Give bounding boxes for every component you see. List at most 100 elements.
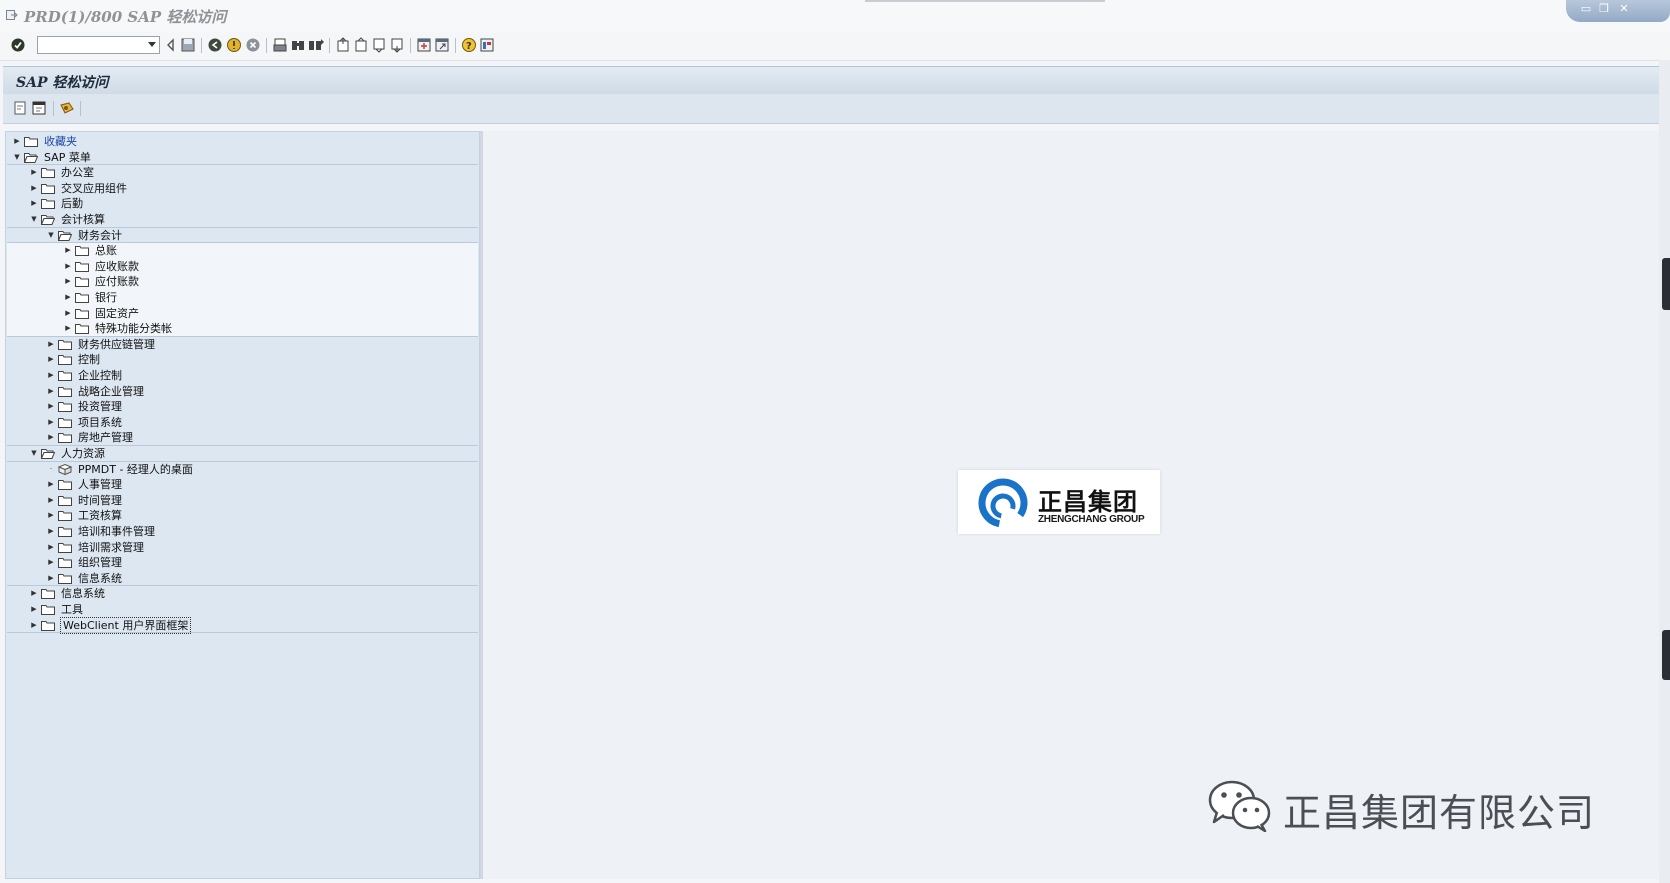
expand-right-icon[interactable]: ▶	[63, 274, 73, 289]
side-handle[interactable]	[1662, 630, 1670, 680]
tree-node[interactable]: ▶ 特殊功能分类帐	[63, 321, 466, 337]
expand-right-icon[interactable]: ▶	[46, 399, 56, 414]
back-navigation-icon[interactable]	[207, 37, 223, 53]
shortcut-icon[interactable]	[434, 37, 450, 53]
expand-right-icon[interactable]: ▶	[46, 352, 56, 367]
tree-node[interactable]: ▶ 收藏夹	[12, 134, 466, 150]
tree-node[interactable]: ▶ 时间管理	[46, 493, 466, 509]
tree-node[interactable]: ▶ 项目系统	[46, 415, 466, 431]
system-menu-icon[interactable]	[6, 10, 18, 20]
tree-node[interactable]: ▶ 控制	[46, 352, 466, 368]
tree-node[interactable]: ▶ 办公室	[29, 165, 466, 181]
find-next-icon[interactable]	[308, 37, 324, 53]
tree-node[interactable]: ▶ 培训需求管理	[46, 540, 466, 556]
tree-node[interactable]: ▼ 财务会计	[46, 228, 466, 244]
expand-right-icon[interactable]: ▶	[29, 586, 39, 601]
change-favorite-icon[interactable]	[31, 100, 47, 116]
tree-node[interactable]: ▶ 后勤	[29, 196, 466, 212]
expand-right-icon[interactable]: ▶	[29, 165, 39, 180]
expand-right-icon[interactable]: ▶	[12, 134, 22, 149]
tree-node[interactable]: ▼ SAP 菜单	[12, 150, 466, 166]
create-session-icon[interactable]	[416, 37, 432, 53]
expand-right-icon[interactable]: ▶	[29, 618, 39, 633]
tree-node[interactable]: ▶ 财务供应链管理	[46, 337, 466, 353]
tree-node[interactable]: ▼ 人力资源	[29, 446, 466, 462]
folder-icon	[58, 527, 72, 537]
tree-node[interactable]: ▶ 人事管理	[46, 477, 466, 493]
expand-right-icon[interactable]: ▶	[46, 384, 56, 399]
tree-node[interactable]: ▶ 工具	[29, 602, 466, 618]
exit-icon[interactable]	[226, 37, 242, 53]
tree-node[interactable]: ▶ 战略企业管理	[46, 384, 466, 400]
tree-node[interactable]: ▶ 银行	[63, 290, 466, 306]
folder-icon	[41, 199, 55, 210]
expand-right-icon[interactable]: ▶	[46, 415, 56, 430]
last-page-icon[interactable]	[389, 37, 405, 53]
add-favorite-icon[interactable]	[12, 100, 28, 116]
print-icon[interactable]	[272, 37, 288, 53]
previous-page-icon[interactable]	[353, 37, 369, 53]
expand-right-icon[interactable]: ▶	[46, 337, 56, 352]
tree-node[interactable]: ▶ 交叉应用组件	[29, 181, 466, 197]
folder-icon	[75, 246, 89, 257]
expand-right-icon[interactable]: ▶	[46, 368, 56, 383]
command-input[interactable]	[38, 37, 144, 53]
side-handle[interactable]	[1662, 258, 1670, 310]
expand-right-icon[interactable]: ▶	[46, 493, 56, 508]
tree-node[interactable]: ▶ 应收账款	[63, 259, 466, 275]
find-icon[interactable]	[290, 37, 306, 53]
tree-node[interactable]: ▶ 信息系统	[46, 571, 466, 587]
expand-right-icon[interactable]: ▶	[46, 477, 56, 492]
expand-down-icon[interactable]: ▼	[46, 228, 56, 243]
help-icon[interactable]: ?	[461, 37, 477, 53]
tree-node[interactable]: ▶ 信息系统	[29, 586, 466, 602]
cancel-icon[interactable]	[245, 37, 261, 53]
tree-node[interactable]: ▶ WebClient 用户界面框架	[29, 616, 466, 634]
tree-node[interactable]: ▶ 组织管理	[46, 555, 466, 571]
expand-down-icon[interactable]: ▼	[29, 446, 39, 461]
toolbar-divider	[455, 38, 456, 53]
expand-right-icon[interactable]: ▶	[63, 306, 73, 321]
expand-right-icon[interactable]: ▶	[46, 555, 56, 570]
expand-right-icon[interactable]: ▶	[46, 524, 56, 539]
tree-node[interactable]: ▼ 会计核算	[29, 212, 466, 228]
next-page-icon[interactable]	[371, 37, 387, 53]
expand-down-icon[interactable]: ▼	[12, 150, 22, 165]
command-field[interactable]	[37, 36, 160, 54]
minimize-icon[interactable]: ▭	[1578, 2, 1594, 16]
chevron-down-icon[interactable]	[148, 42, 156, 47]
expand-right-icon[interactable]: ▶	[29, 602, 39, 617]
expand-right-icon[interactable]: ▶	[63, 321, 73, 336]
expand-right-icon[interactable]: ▶	[46, 430, 56, 445]
expand-right-icon[interactable]: ▶	[63, 243, 73, 258]
tree-node-label: 人力资源	[61, 447, 105, 460]
expand-right-icon[interactable]: ▶	[29, 196, 39, 211]
layout-menu-icon[interactable]	[479, 37, 495, 53]
expand-right-icon[interactable]: ▶	[29, 181, 39, 196]
enter-icon[interactable]	[10, 37, 26, 53]
other-menu-icon[interactable]	[59, 100, 75, 116]
tree-node[interactable]: ▶ 应付账款	[63, 274, 466, 290]
tree-node-label: 企业控制	[78, 369, 122, 382]
expand-right-icon[interactable]: ▶	[46, 571, 56, 586]
tree-node[interactable]: ▶ 固定资产	[63, 306, 466, 322]
tree-node[interactable]: ▶ 企业控制	[46, 368, 466, 384]
tree-node[interactable]: ▶ 培训和事件管理	[46, 524, 466, 540]
tree-node-label: WebClient 用户界面框架	[59, 616, 192, 634]
tree-node[interactable]: ▶ 总账	[63, 243, 466, 259]
maximize-icon[interactable]: ❐	[1596, 2, 1612, 16]
expand-right-icon[interactable]: ▶	[63, 290, 73, 305]
first-page-icon[interactable]	[335, 37, 351, 53]
tree-node[interactable]: · PPMDT - 经理人的桌面	[46, 462, 466, 478]
expand-right-icon[interactable]: ▶	[63, 259, 73, 274]
save-icon[interactable]	[180, 37, 196, 53]
close-icon[interactable]: ✕	[1616, 2, 1632, 16]
expand-right-icon[interactable]: ▶	[46, 508, 56, 523]
expand-right-icon[interactable]: ▶	[46, 540, 56, 555]
tree-node[interactable]: ▶ 房地产管理	[46, 430, 466, 446]
tree-node[interactable]: ▶ 工资核算	[46, 508, 466, 524]
expand-down-icon[interactable]: ▼	[29, 212, 39, 227]
back-icon[interactable]	[163, 37, 179, 53]
tree-node[interactable]: ▶ 投资管理	[46, 399, 466, 415]
tree-node-label: 办公室	[61, 166, 94, 180]
